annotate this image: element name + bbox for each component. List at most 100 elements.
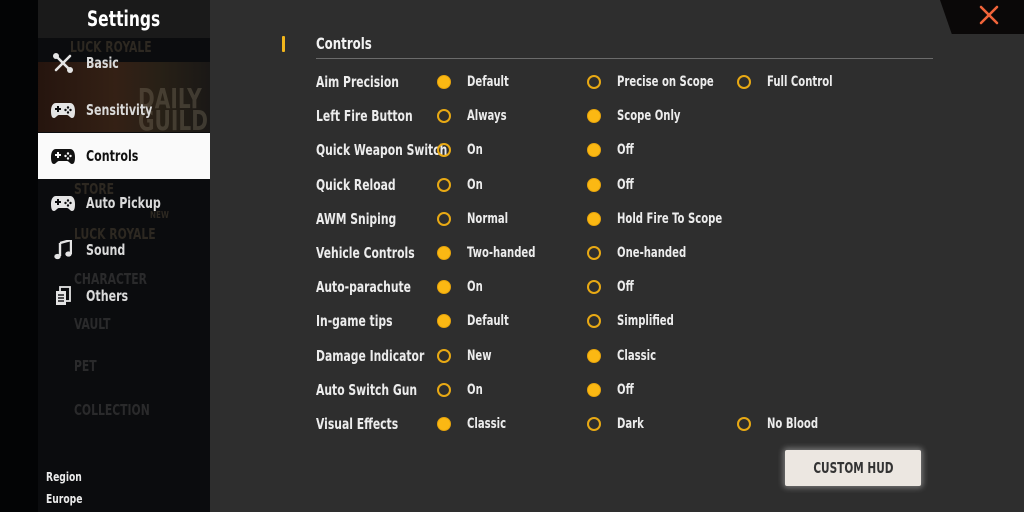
- radio-option-label: Default: [467, 313, 509, 330]
- radio-option-label: Dark: [617, 416, 644, 432]
- radio-option[interactable]: Default: [437, 67, 519, 97]
- gamepad-icon: [50, 145, 76, 167]
- radio-option-label: Scope Only: [617, 108, 681, 125]
- section-divider: [316, 58, 933, 59]
- setting-label: Quick Reload: [316, 175, 396, 194]
- sidebar-item-label: Sound: [86, 241, 126, 259]
- radio-selected-icon[interactable]: [587, 211, 601, 226]
- radio-option[interactable]: Simplified: [587, 306, 688, 336]
- sidebar-item-sensitivity[interactable]: Sensitivity: [38, 87, 210, 133]
- radio-option[interactable]: Default: [437, 306, 519, 336]
- radio-unselected-icon[interactable]: [587, 314, 601, 329]
- radio-option[interactable]: Two-handed: [437, 238, 553, 268]
- setting-row: Damage Indicator New Classic: [210, 341, 1024, 371]
- radio-option[interactable]: Scope Only: [587, 101, 696, 131]
- setting-row: Visual Effects Classic Dark No Blood: [210, 409, 1024, 439]
- radio-option[interactable]: Off: [587, 272, 638, 302]
- wrench-screwdriver-icon: [50, 52, 76, 74]
- radio-option-label: Simplified: [617, 313, 674, 330]
- radio-option[interactable]: Off: [587, 170, 638, 200]
- radio-option[interactable]: On: [437, 272, 487, 302]
- section-title: Controls: [316, 34, 372, 53]
- radio-option-label: Hold Fire To Scope: [617, 210, 723, 227]
- radio-selected-icon[interactable]: [587, 382, 601, 397]
- radio-option[interactable]: Always: [437, 101, 516, 131]
- close-button[interactable]: [976, 4, 1002, 30]
- radio-selected-icon[interactable]: [587, 109, 601, 124]
- sidebar-item-auto-pickup[interactable]: Auto Pickup: [38, 180, 210, 226]
- close-x-icon: [978, 4, 1000, 30]
- radio-option-label: Off: [617, 381, 634, 398]
- sidebar-item-label: Auto Pickup: [86, 194, 161, 212]
- setting-row: Aim Precision Default Precise on Scope Full…: [210, 67, 1024, 97]
- custom-hud-button[interactable]: CUSTOM HUD: [785, 450, 921, 486]
- radio-unselected-icon[interactable]: [437, 382, 451, 397]
- sidebar-item-label: Sensitivity: [86, 101, 153, 119]
- radio-unselected-icon[interactable]: [437, 211, 451, 226]
- sidebar-item-basic[interactable]: Basic: [38, 40, 210, 86]
- radio-option-label: Off: [617, 142, 634, 159]
- radio-option-label: On: [467, 381, 483, 398]
- custom-hud-label: CUSTOM HUD: [812, 459, 894, 477]
- gamepad-icon: [50, 192, 76, 214]
- radio-option[interactable]: Classic: [437, 409, 516, 439]
- radio-option[interactable]: On: [437, 135, 487, 165]
- radio-unselected-icon[interactable]: [437, 348, 451, 363]
- radio-selected-icon[interactable]: [437, 280, 451, 295]
- radio-unselected-icon[interactable]: [587, 246, 601, 260]
- setting-label: Left Fire Button: [316, 107, 413, 126]
- radio-selected-icon[interactable]: [587, 143, 601, 158]
- radio-selected-icon[interactable]: [437, 246, 451, 260]
- setting-row: Auto-parachute On Off: [210, 272, 1024, 302]
- radio-selected-icon[interactable]: [437, 75, 451, 89]
- radio-unselected-icon[interactable]: [587, 280, 601, 295]
- gamepad-icon: [50, 99, 76, 121]
- sidebar-item-sound[interactable]: Sound: [38, 227, 210, 273]
- setting-row: In-game tips Default Simplified: [210, 306, 1024, 336]
- radio-option[interactable]: On: [437, 170, 487, 200]
- radio-unselected-icon[interactable]: [737, 75, 751, 89]
- sidebar-header: Settings: [38, 0, 210, 38]
- setting-row: Quick Reload On Off: [210, 170, 1024, 200]
- radio-unselected-icon[interactable]: [437, 109, 451, 124]
- radio-unselected-icon[interactable]: [437, 177, 451, 192]
- radio-selected-icon[interactable]: [437, 314, 451, 329]
- setting-row: AWM Sniping Normal Hold Fire To Scope: [210, 204, 1024, 234]
- radio-selected-icon[interactable]: [437, 417, 451, 431]
- radio-option[interactable]: On: [437, 375, 487, 405]
- sidebar-item-controls[interactable]: Controls: [38, 133, 210, 179]
- radio-selected-icon[interactable]: [587, 177, 601, 192]
- background-text: COLLECTION: [74, 401, 150, 419]
- radio-option[interactable]: Hold Fire To Scope: [587, 204, 749, 234]
- radio-unselected-icon[interactable]: [437, 143, 451, 158]
- radio-option[interactable]: Dark: [587, 409, 651, 439]
- radio-option[interactable]: Precise on Scope: [587, 67, 738, 97]
- radio-option-label: Off: [617, 279, 634, 296]
- radio-selected-icon[interactable]: [587, 348, 601, 363]
- radio-option[interactable]: New: [437, 341, 498, 371]
- radio-option-label: One-handed: [617, 245, 687, 261]
- setting-label: Auto-parachute: [316, 278, 411, 297]
- radio-unselected-icon[interactable]: [737, 417, 751, 431]
- radio-option[interactable]: No Blood: [737, 409, 831, 439]
- radio-unselected-icon[interactable]: [587, 75, 601, 89]
- radio-option-label: Precise on Scope: [617, 74, 714, 90]
- sidebar-item-others[interactable]: Others: [38, 273, 210, 319]
- region-value: Europe: [46, 492, 83, 506]
- settings-sidebar: LUCK ROYALE DAILY GUILD STORE LUCK ROYAL…: [38, 0, 210, 512]
- radio-option[interactable]: Full Control: [737, 67, 849, 97]
- radio-unselected-icon[interactable]: [587, 417, 601, 431]
- setting-label: Visual Effects: [316, 415, 399, 433]
- radio-option-label: New: [467, 347, 492, 364]
- setting-row: Left Fire Button Always Scope Only: [210, 101, 1024, 131]
- radio-option-label: No Blood: [767, 416, 819, 432]
- sidebar-item-label: Others: [86, 287, 129, 305]
- setting-label: Auto Switch Gun: [316, 380, 418, 399]
- setting-row: Quick Weapon Switch On Off: [210, 135, 1024, 165]
- radio-option[interactable]: One-handed: [587, 238, 703, 268]
- radio-option[interactable]: Off: [587, 375, 638, 405]
- radio-option-label: On: [467, 142, 483, 159]
- radio-option[interactable]: Off: [587, 135, 638, 165]
- radio-option[interactable]: Classic: [587, 341, 666, 371]
- radio-option[interactable]: Normal: [437, 204, 518, 234]
